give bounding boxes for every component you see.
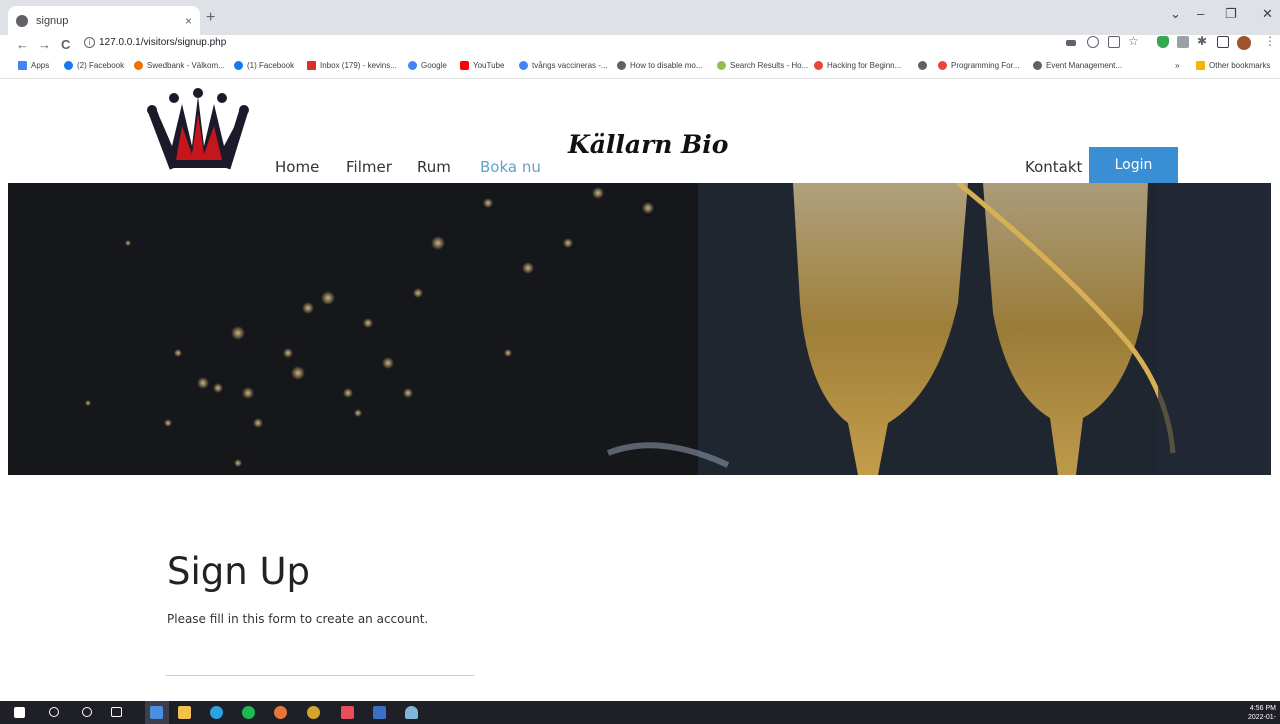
- form-description: Please fill in this form to create an ac…: [167, 612, 429, 626]
- hero-banner: [8, 183, 1271, 475]
- tab-title: signup: [36, 14, 69, 27]
- address-bar[interactable]: i 127.0.0.1/visitors/signup.php: [84, 37, 226, 48]
- share-icon[interactable]: [1108, 36, 1120, 48]
- url-text: 127.0.0.1/visitors/signup.php: [99, 37, 227, 48]
- apps-icon: [18, 61, 27, 70]
- paint-icon[interactable]: [405, 706, 418, 719]
- reload-button[interactable]: C: [61, 37, 70, 52]
- bookmark-item[interactable]: How to disable mo...: [617, 61, 702, 70]
- google-icon: [408, 61, 417, 70]
- back-button[interactable]: ←: [16, 37, 29, 52]
- form-divider: [166, 675, 474, 676]
- globe-icon: [1033, 61, 1042, 70]
- bookmark-item[interactable]: (1) Facebook: [234, 61, 294, 70]
- bookmark-item[interactable]: (2) Facebook: [64, 61, 124, 70]
- extension-icon[interactable]: [1177, 36, 1189, 48]
- wamp-icon[interactable]: [307, 706, 320, 719]
- bookmark-item[interactable]: Programming For...: [938, 61, 1019, 70]
- shield-extension-icon[interactable]: [1157, 36, 1169, 48]
- side-panel-icon[interactable]: [1217, 36, 1229, 48]
- bookmarks-more-button[interactable]: »: [1175, 61, 1179, 70]
- bookmark-item[interactable]: tvångs vaccineras -...: [519, 61, 608, 70]
- search-icon[interactable]: [49, 707, 59, 717]
- globe-icon: [918, 61, 927, 70]
- nav-kontakt[interactable]: Kontakt: [1025, 158, 1082, 176]
- nav-rum[interactable]: Rum: [417, 158, 451, 176]
- search-results-icon: [717, 61, 726, 70]
- minimize-button[interactable]: –: [1197, 6, 1204, 21]
- cortana-icon[interactable]: [82, 707, 92, 717]
- facebook-icon: [234, 61, 243, 70]
- avatar[interactable]: [1237, 36, 1251, 50]
- close-window-button[interactable]: ✕: [1262, 6, 1273, 22]
- bookmark-item[interactable]: [918, 61, 931, 70]
- bookmarks-bar: Apps (2) Facebook Swedbank - Välkom... (…: [0, 57, 1280, 79]
- bookmark-item[interactable]: Swedbank - Välkom...: [134, 61, 225, 70]
- windows-start-icon[interactable]: [14, 707, 25, 718]
- folder-icon: [1196, 61, 1205, 70]
- nav-boka-nu[interactable]: Boka nu: [480, 158, 541, 176]
- champagne-hero-image: [8, 183, 1271, 475]
- bookmark-item[interactable]: Hacking for Beginn...: [814, 61, 901, 70]
- key-icon[interactable]: [1066, 40, 1076, 46]
- chrome-app-icon[interactable]: [150, 706, 163, 719]
- other-bookmarks[interactable]: Other bookmarks: [1196, 61, 1270, 70]
- hacking-icon: [814, 61, 823, 70]
- info-icon[interactable]: i: [84, 37, 95, 48]
- xampp-icon[interactable]: [341, 706, 354, 719]
- file-explorer-icon[interactable]: [178, 706, 191, 719]
- browser-app-icon[interactable]: [274, 706, 287, 719]
- bookmark-item[interactable]: Google: [408, 61, 447, 70]
- page-title: Sign Up: [167, 550, 311, 593]
- edge-icon[interactable]: [210, 706, 223, 719]
- bookmark-item[interactable]: Event Management...: [1033, 61, 1122, 70]
- restore-button[interactable]: ❐: [1225, 6, 1237, 22]
- programming-icon: [938, 61, 947, 70]
- globe-icon: [617, 61, 626, 70]
- bookmark-item[interactable]: YouTube: [460, 61, 504, 70]
- system-clock[interactable]: 4:56 PM 2022-01-: [1248, 704, 1276, 722]
- google-icon: [519, 61, 528, 70]
- menu-icon[interactable]: ⋮: [1264, 34, 1276, 48]
- swedbank-icon: [134, 61, 143, 70]
- calendar-icon[interactable]: [373, 706, 386, 719]
- bookmark-item[interactable]: Search Results - Ho...: [717, 61, 808, 70]
- globe-icon: [16, 14, 28, 27]
- crown-logo-icon[interactable]: [146, 88, 250, 176]
- nav-home[interactable]: Home: [275, 158, 319, 176]
- browser-tab[interactable]: signup ×: [8, 6, 200, 35]
- zoom-icon[interactable]: [1087, 36, 1099, 48]
- gmail-icon: [307, 61, 316, 70]
- bookmark-item[interactable]: Inbox (179) - kevins...: [307, 61, 397, 70]
- youtube-icon: [460, 61, 469, 70]
- close-tab-icon[interactable]: ×: [185, 14, 192, 28]
- nav-filmer[interactable]: Filmer: [346, 158, 392, 176]
- browser-chrome: signup × + ⌄ – ❐ ✕ ← → C i 127.0.0.1/visi…: [0, 0, 1280, 80]
- spotify-icon[interactable]: [242, 706, 255, 719]
- facebook-icon: [64, 61, 73, 70]
- new-tab-button[interactable]: +: [206, 9, 215, 27]
- task-view-icon[interactable]: [111, 707, 122, 717]
- site-brand: Källarn Bio: [568, 130, 729, 159]
- login-button[interactable]: Login: [1089, 147, 1178, 183]
- bookmark-item[interactable]: Apps: [18, 61, 49, 70]
- star-icon[interactable]: ☆: [1128, 34, 1140, 48]
- tab-search-icon[interactable]: ⌄: [1170, 6, 1181, 22]
- windows-taskbar: 4:56 PM 2022-01-: [0, 701, 1280, 724]
- puzzle-icon[interactable]: ✱: [1197, 34, 1209, 48]
- tab-strip: signup × + ⌄ – ❐ ✕: [0, 0, 1280, 35]
- forward-button[interactable]: →: [38, 37, 51, 52]
